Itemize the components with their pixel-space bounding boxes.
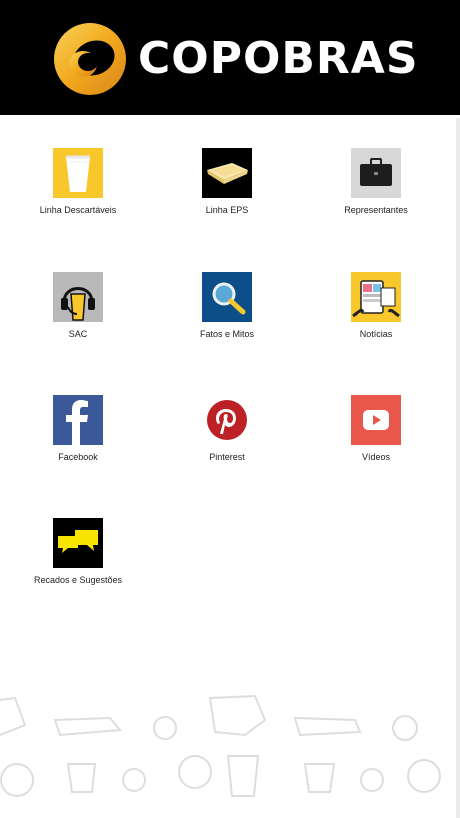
menu-item-label: Representantes — [344, 205, 408, 215]
youtube-icon — [351, 395, 401, 445]
copobras-logo-icon — [54, 23, 126, 95]
menu-item-recados-e-sugestoes[interactable]: Recados e Sugestões — [3, 518, 153, 585]
menu-item-label: Facebook — [58, 452, 98, 462]
menu-item-label: Notícias — [359, 329, 393, 339]
menu-item-linha-descartaveis[interactable]: Linha Descartáveis — [3, 148, 153, 215]
facebook-icon — [53, 395, 103, 445]
magnifier-icon — [202, 272, 252, 322]
menu-item-label: Fatos e Mitos — [199, 329, 255, 339]
menu-item-noticias[interactable]: Notícias — [301, 272, 451, 339]
menu-item-label: Vídeos — [361, 452, 391, 462]
menu-item-label: Recados e Sugestões — [33, 575, 123, 585]
app-header: COPOBRAS — [0, 0, 460, 115]
menu-item-fatos-e-mitos[interactable]: Fatos e Mitos — [152, 272, 302, 339]
menu-item-videos[interactable]: Vídeos — [301, 395, 451, 462]
menu-item-representantes[interactable]: Representantes — [301, 148, 451, 215]
disposable-cup-icon — [53, 148, 103, 198]
menu-item-sac[interactable]: SAC — [3, 272, 153, 339]
brand-title: COPOBRAS — [138, 33, 419, 84]
foam-tray-icon — [202, 148, 252, 198]
speech-bubbles-icon — [53, 518, 103, 568]
menu-item-label: Pinterest — [209, 452, 245, 462]
briefcase-icon — [351, 148, 401, 198]
menu-item-label: Linha EPS — [205, 205, 249, 215]
pinterest-icon — [202, 395, 252, 445]
menu-item-linha-eps[interactable]: Linha EPS — [152, 148, 302, 215]
headset-icon — [53, 272, 103, 322]
menu-item-label: SAC — [68, 329, 88, 339]
menu-item-pinterest[interactable]: Pinterest — [152, 395, 302, 462]
background-pattern — [0, 694, 441, 797]
news-phone-icon — [351, 272, 401, 322]
menu-item-label: Linha Descartáveis — [39, 205, 117, 215]
menu-item-facebook[interactable]: Facebook — [3, 395, 153, 462]
